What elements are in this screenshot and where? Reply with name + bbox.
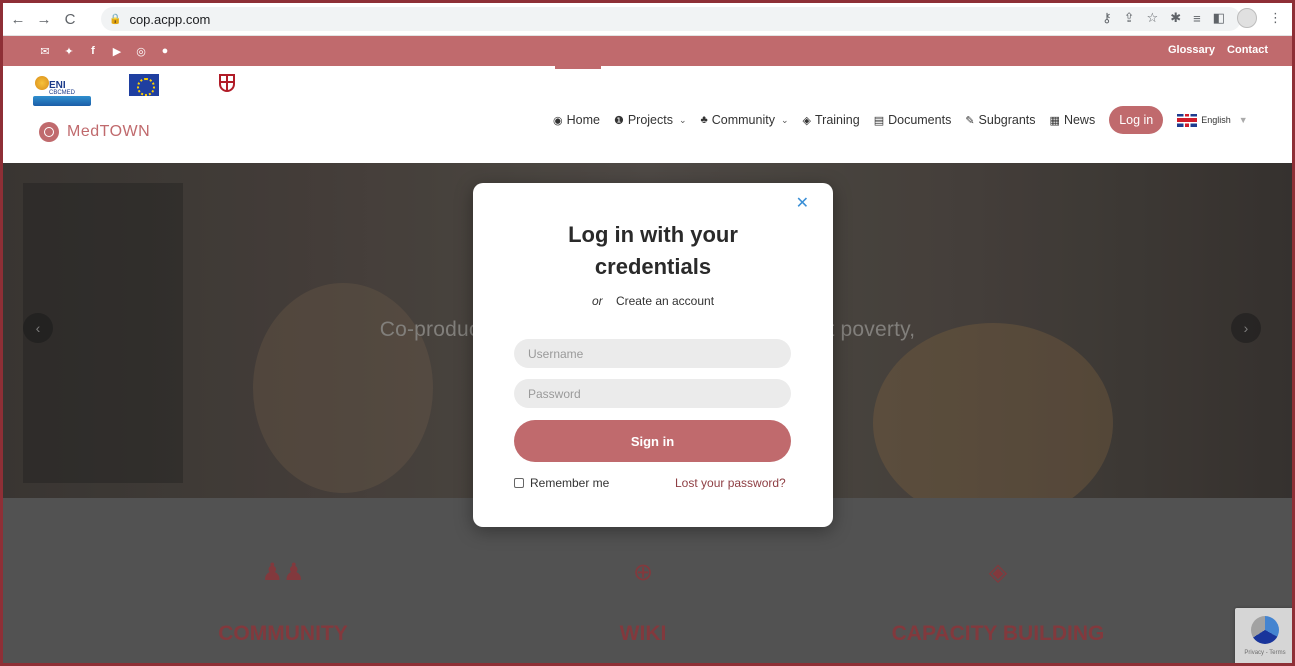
lock-icon: 🔒 (109, 13, 122, 25)
username-input[interactable] (514, 339, 791, 368)
create-account-link[interactable]: Create an account (616, 294, 714, 308)
active-indicator (555, 66, 601, 69)
language-selector[interactable]: English ▼ (1177, 113, 1248, 127)
back-icon[interactable]: ← (7, 8, 29, 30)
glossary-link[interactable]: Glossary (1168, 44, 1215, 56)
twitter-icon[interactable]: ✦ (57, 45, 81, 58)
key-icon[interactable]: ⚷ (1102, 10, 1112, 26)
password-input[interactable] (514, 379, 791, 408)
create-account-row: or Create an account (591, 294, 715, 308)
menu-item-home[interactable]: ◉ Home (553, 113, 600, 127)
url-text: cop.acpp.com (129, 11, 211, 27)
youtube-icon[interactable]: ▶ (105, 45, 129, 58)
menu-item-documents[interactable]: ▤ Documents (874, 113, 952, 127)
eni-cbcmed-logo: ENI CBCMED (33, 74, 93, 112)
chevron-down-icon: ⌄ (780, 114, 789, 125)
eu-flag-logo (121, 74, 167, 112)
browser-actions: ⚷ ⇪ ☆ ✱ ≡ ◧ ⋮ (1102, 8, 1282, 28)
web-icon[interactable]: ● (153, 45, 177, 58)
chevron-down-icon: ⌄ (678, 114, 687, 125)
modal-title: Log in with your credentials (568, 222, 738, 279)
info-icon: ❶ (613, 114, 624, 127)
remember-me-checkbox[interactable]: Remember me (514, 476, 609, 490)
menu-item-training[interactable]: ◈ Training (803, 113, 860, 127)
menu-item-community[interactable]: ♣ Community ⌄ (701, 113, 789, 127)
share-icon[interactable]: ⇪ (1124, 10, 1135, 26)
home-icon: ◉ (553, 114, 563, 127)
newspaper-icon: ▦ (1049, 114, 1060, 127)
uk-flag-icon (1177, 113, 1198, 127)
profile-icon[interactable] (1237, 8, 1257, 28)
menu-item-news[interactable]: ▦ News (1050, 113, 1096, 127)
extensions-icon[interactable]: ✱ (1170, 10, 1181, 26)
facebook-icon[interactable]: f (81, 45, 105, 58)
brand-name: MedTOWN (67, 123, 151, 140)
community-icon: ♣ (700, 114, 708, 126)
contact-link[interactable]: Contact (1227, 44, 1268, 56)
menu-icon[interactable]: ⋮ (1269, 10, 1282, 26)
login-modal: ✕ Log in with your credentials or Create… (473, 183, 833, 527)
side-panel-icon[interactable]: ◧ (1213, 10, 1225, 26)
reload-icon[interactable]: C (59, 8, 81, 30)
forward-icon[interactable]: → (33, 8, 55, 30)
close-icon[interactable]: ✕ (796, 193, 809, 213)
instagram-icon[interactable]: ◎ (129, 45, 153, 58)
reading-list-icon[interactable]: ≡ (1193, 11, 1201, 26)
document-icon: ▤ (873, 114, 885, 127)
page-frame: ← → C 🔒 cop.acpp.com ⚷ ⇪ ☆ ✱ ≡ ◧ ⋮ ✉ ✦ f… (0, 0, 1295, 666)
graduation-cap-icon: ◈ (802, 114, 811, 127)
browser-toolbar: ← → C 🔒 cop.acpp.com ⚷ ⇪ ☆ ✱ ≡ ◧ ⋮ (3, 3, 1292, 36)
mail-icon[interactable]: ✉ (33, 45, 57, 58)
star-icon[interactable]: ☆ (1147, 10, 1159, 26)
sign-in-button[interactable]: Sign in (514, 420, 791, 462)
menu-item-subgrants[interactable]: ✎ Subgrants (965, 113, 1035, 127)
chevron-down-icon: ▼ (1238, 115, 1248, 125)
brand-icon (39, 122, 59, 142)
login-button[interactable]: Log in (1109, 106, 1164, 134)
checkbox[interactable] (514, 478, 524, 488)
site-header: ENI CBCMED MedTOWN ◉ Home ❶ Projects ⌄ ♣… (3, 66, 1292, 163)
lost-password-link[interactable]: Lost your password? (675, 476, 786, 490)
social-icons: ✉ ✦ f ▶ ◎ ● (33, 45, 177, 58)
social-topbar: ✉ ✦ f ▶ ◎ ● Glossary Contact (3, 36, 1292, 66)
main-menu: ◉ Home ❶ Projects ⌄ ♣ Community ⌄ ◈ Trai… (553, 66, 1248, 134)
address-bar[interactable]: 🔒 cop.acpp.com (101, 7, 1241, 31)
edit-icon: ✎ (965, 114, 975, 127)
topbar-links: Glossary Contact (1168, 44, 1268, 56)
partner-logos: ENI CBCMED (33, 74, 265, 112)
brand-logo[interactable]: MedTOWN (39, 122, 150, 142)
menu-item-projects[interactable]: ❶ Projects ⌄ (614, 113, 687, 127)
sardinia-logo (195, 74, 265, 112)
